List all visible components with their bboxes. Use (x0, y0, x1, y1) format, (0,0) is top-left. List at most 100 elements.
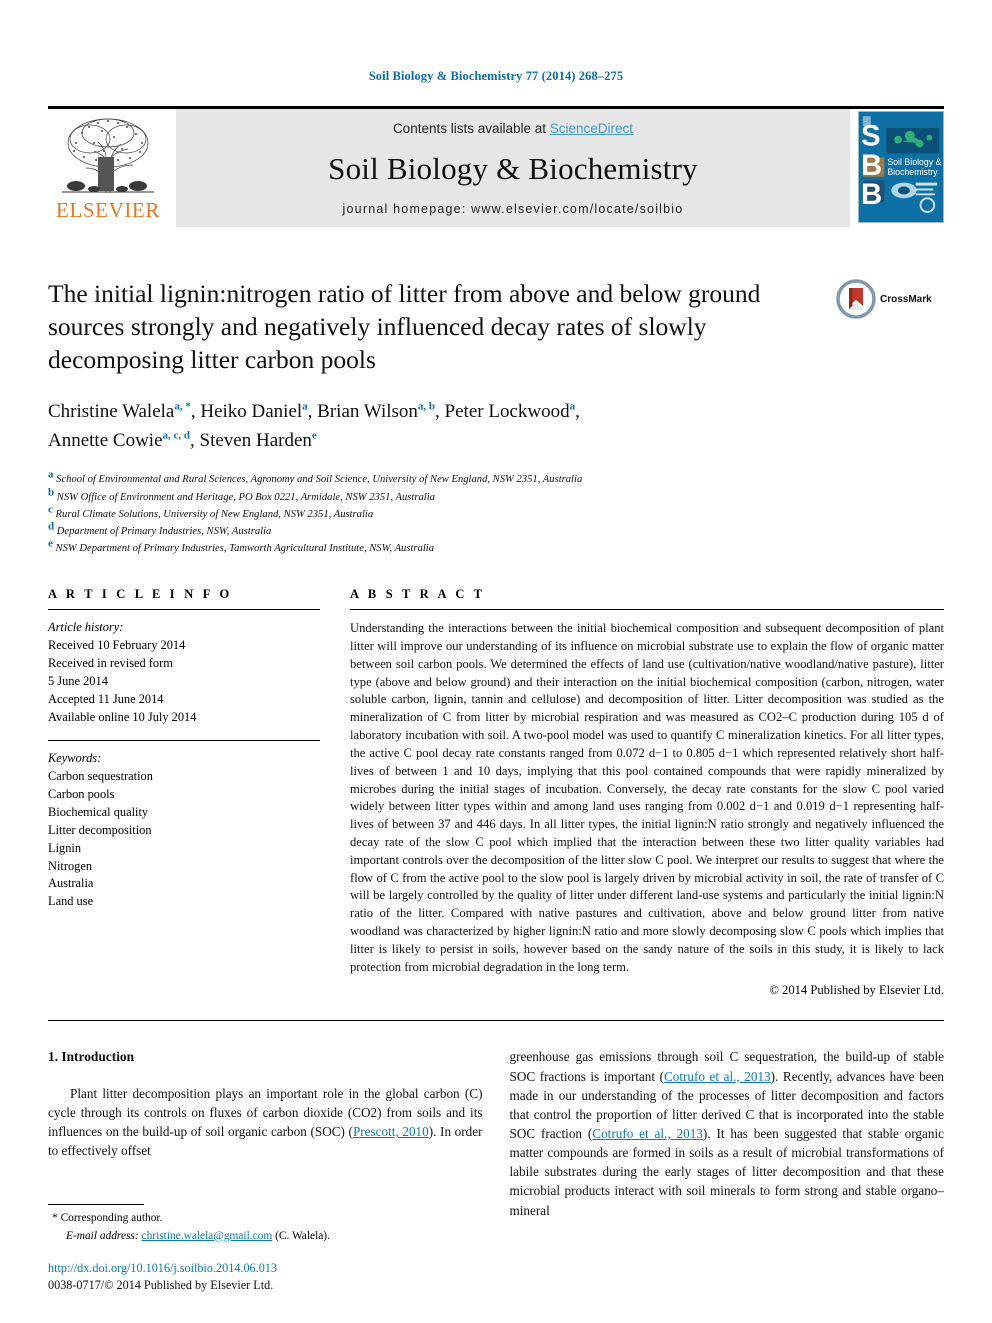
author-sep: , (575, 401, 580, 423)
svg-text:Soil Biology &: Soil Biology & (887, 157, 941, 167)
affiliation-mark: e (48, 537, 53, 550)
keywords-label: Keywords: (48, 751, 102, 766)
svg-text:Biochemistry: Biochemistry (887, 167, 938, 177)
affiliation-mark: a (48, 468, 54, 481)
author-name: Annette Cowie (48, 429, 163, 451)
author-name: Steven Harden (199, 429, 312, 451)
author-affil-marks[interactable]: e (312, 430, 317, 442)
author-affil-marks[interactable]: a, * (174, 401, 191, 413)
affiliation-mark: d (48, 520, 55, 533)
article-info-column: A R T I C L E I N F O Article history: R… (48, 587, 320, 911)
author-entry: Christine Walelaa, * (48, 401, 191, 422)
affiliation-item: d Department of Primary Industries, NSW,… (48, 520, 944, 540)
abstract-text: Understanding the interactions between t… (350, 621, 944, 974)
running-head: Soil Biology & Biochemistry 77 (2014) 26… (368, 69, 624, 83)
elsevier-tree-icon (62, 118, 154, 194)
keyword-item: Lignin (48, 840, 82, 855)
journal-homepage-line[interactable]: journal homepage: www.elsevier.com/locat… (343, 202, 684, 216)
author-entry: Steven Hardene (200, 430, 317, 451)
body-separator-rule (48, 1020, 944, 1022)
keyword-item: Carbon pools (48, 787, 115, 802)
body-column-left: 1. Introduction Plant litter decompositi… (48, 1047, 483, 1160)
affiliation-text: NSW Department of Primary Industries, Ta… (55, 543, 435, 555)
keywords-block: Keywords: Carbon sequestration Carbon po… (48, 741, 320, 911)
footnote-rule (48, 1204, 144, 1206)
doi-block: http://dx.doi.org/10.1016/j.soilbio.2014… (48, 1260, 478, 1295)
article-first-page: Soil Biology & Biochemistry 77 (2014) 26… (0, 0, 992, 1323)
keyword-item: Australia (48, 876, 94, 891)
history-line: Received in revised form (48, 655, 173, 670)
journal-band: Contents lists available at ScienceDirec… (176, 109, 850, 227)
affiliation-mark: c (48, 503, 53, 516)
affiliation-text: Rural Climate Solutions, University of N… (55, 508, 374, 520)
author-affil-marks[interactable]: a, b (418, 401, 435, 413)
abstract-column: A B S T R A C T Understanding the intera… (350, 587, 944, 998)
author-sep: , (190, 401, 201, 423)
corresponding-author-line: * Corresponding author. (48, 1210, 478, 1227)
history-line: Accepted 11 June 2014 (48, 691, 164, 706)
body-column-right: greenhouse gas emissions through soil C … (510, 1047, 945, 1219)
body-columns: 1. Introduction Plant litter decompositi… (48, 1047, 944, 1219)
article-history: Article history: Received 10 February 20… (48, 610, 320, 726)
keyword-item: Biochemical quality (48, 804, 149, 819)
affiliation-item: a School of Environmental and Rural Scie… (48, 468, 944, 488)
keyword-item: Litter decomposition (48, 822, 152, 837)
page-footnote: * Corresponding author. E-mail address: … (48, 1204, 478, 1295)
journal-masthead: ELSEVIER Contents lists available at Sci… (48, 106, 944, 227)
history-line: Received 10 February 2014 (48, 638, 186, 653)
citation-link-cotrufo-2[interactable]: Cotrufo et al., 2013 (592, 1126, 703, 1141)
contents-list-line: Contents lists available at ScienceDirec… (393, 121, 633, 136)
author-entry: Heiko Daniela (200, 401, 307, 422)
svg-text:S: S (861, 120, 881, 153)
email-label: E-mail address: (66, 1229, 139, 1242)
article-history-label: Article history: (48, 620, 124, 635)
affiliation-mark: b (48, 486, 55, 499)
issn-copyright-line: 0038-0717/© 2014 Published by Elsevier L… (48, 1277, 478, 1295)
affiliation-text: Department of Primary Industries, NSW, A… (56, 525, 272, 537)
corresponding-marker: * (52, 1212, 58, 1225)
author-name: Brian Wilson (317, 401, 418, 423)
citation-link-prescott[interactable]: Prescott, 2010 (353, 1124, 429, 1139)
intro-paragraph-left: Plant litter decomposition plays an impo… (48, 1084, 483, 1161)
elsevier-logo: ELSEVIER (48, 109, 168, 227)
affiliation-list: a School of Environmental and Rural Scie… (48, 468, 944, 557)
abstract-heading: A B S T R A C T (350, 587, 486, 602)
affiliation-text: School of Environmental and Rural Scienc… (56, 474, 583, 486)
journal-cover-thumbnail: S B B Soil Biology & Biochemistry (858, 111, 944, 223)
author-name: Christine Walela (48, 401, 175, 423)
crossmark-badge[interactable]: CrossMark (836, 279, 944, 319)
article-info-heading: A R T I C L E I N F O (48, 587, 233, 602)
journal-title: Soil Biology & Biochemistry (328, 151, 698, 186)
affiliation-item: b NSW Office of Environment and Heritage… (48, 486, 944, 506)
author-entry: Peter Lockwooda (445, 401, 576, 422)
doi-link[interactable]: http://dx.doi.org/10.1016/j.soilbio.2014… (48, 1260, 478, 1278)
affiliation-text: NSW Office of Environment and Heritage, … (56, 491, 435, 503)
email-line: E-mail address: christine.walela@gmail.c… (48, 1228, 478, 1245)
sciencedirect-link[interactable]: ScienceDirect (550, 121, 633, 136)
elsevier-wordmark: ELSEVIER (56, 198, 160, 222)
section-heading-introduction: 1. Introduction (48, 1049, 135, 1065)
citation-link-cotrufo-1[interactable]: Cotrufo et al., 2013 (664, 1069, 771, 1084)
svg-text:B: B (861, 178, 882, 211)
corresponding-text: Corresponding author. (60, 1212, 163, 1225)
journal-cover-art: S B B Soil Biology & Biochemistry (859, 112, 943, 222)
issn-copyright: © 2014 Published by Elsevier Ltd. (104, 1278, 274, 1293)
author-list: Christine Walelaa, *, Heiko Daniela, Bri… (48, 398, 944, 455)
abstract-copyright: © 2014 Published by Elsevier Ltd. (769, 983, 944, 998)
svg-text:B: B (861, 149, 882, 182)
affiliation-item: c Rural Climate Solutions, University of… (48, 503, 944, 523)
intro-paragraph-right: greenhouse gas emissions through soil C … (510, 1047, 945, 1219)
author-affil-marks[interactable]: a, c, d (163, 430, 191, 442)
keyword-item: Nitrogen (48, 858, 93, 873)
author-entry: Brian Wilsona, b (317, 401, 435, 422)
keyword-item: Land use (48, 894, 94, 909)
issn-prefix: 0038-0717/ (48, 1278, 105, 1293)
contents-prefix: Contents lists available at (392, 121, 550, 136)
email-link[interactable]: christine.walela@gmail.com (142, 1230, 273, 1242)
info-and-abstract: A R T I C L E I N F O Article history: R… (48, 587, 944, 998)
title-block: The initial lignin:nitrogen ratio of lit… (48, 277, 944, 376)
email-owner: (C. Walela). (275, 1229, 330, 1242)
author-sep: , (190, 429, 200, 451)
history-line: Available online 10 July 2014 (48, 709, 197, 724)
crossmark-label: CrossMark (880, 293, 932, 305)
